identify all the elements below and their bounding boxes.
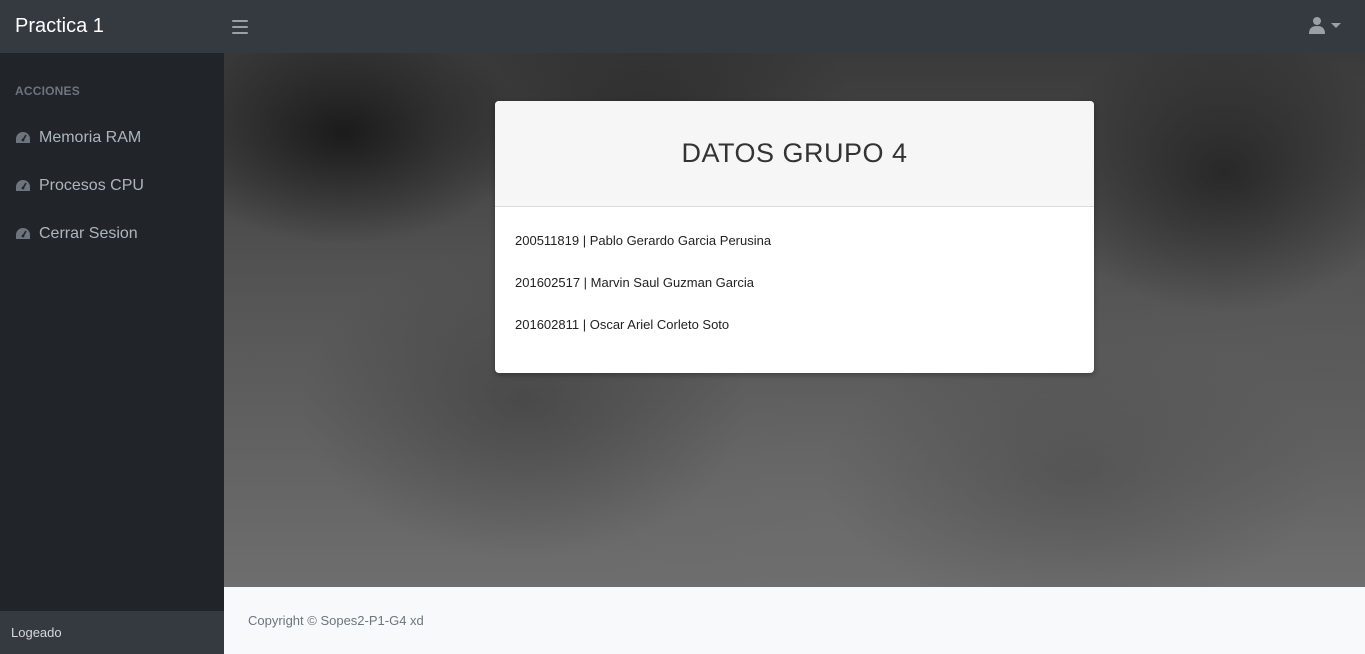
user-dropdown-button[interactable]: [1309, 16, 1341, 34]
member-row: 201602811 | Oscar Ariel Corleto Soto: [515, 317, 730, 332]
sidebar-item-label: Memoria RAM: [39, 129, 142, 146]
brand-title[interactable]: Practica 1: [0, 0, 224, 53]
sidebar-item-procesos-cpu[interactable]: Procesos CPU: [0, 162, 224, 210]
member-row: 200511819 | Pablo Gerardo Garcia Perusin…: [515, 233, 772, 248]
sidebar-nav: Memoria RAM Procesos CPU Cerrar Sesion: [0, 114, 224, 258]
member-row: 201602517 | Marvin Saul Guzman Garcia: [515, 275, 754, 290]
dashboard-icon: [16, 180, 30, 191]
page-footer: Copyright © Sopes2-P1-G4 xd: [224, 587, 1365, 654]
main-content: DATOS GRUPO 4 200511819 | Pablo Gerardo …: [224, 53, 1365, 587]
sidebar-item-cerrar-sesion[interactable]: Cerrar Sesion: [0, 210, 224, 258]
card-title: DATOS GRUPO 4: [495, 101, 1094, 207]
dashboard-icon: [16, 228, 30, 239]
dashboard-icon: [16, 132, 30, 143]
user-icon: [1309, 17, 1325, 34]
sidebar-item-label: Procesos CPU: [39, 177, 144, 194]
top-navbar: Practica 1: [0, 0, 1365, 53]
copyright-text: Copyright © Sopes2-P1-G4 xd: [248, 613, 424, 628]
card-body: 200511819 | Pablo Gerardo Garcia Perusin…: [495, 207, 1094, 373]
sidebar-footer-status: Logeado: [0, 611, 224, 654]
sidebar-item-memoria-ram[interactable]: Memoria RAM: [0, 114, 224, 162]
group-info-card: DATOS GRUPO 4 200511819 | Pablo Gerardo …: [495, 101, 1094, 373]
hamburger-menu-icon[interactable]: [232, 19, 248, 34]
sidebar: ACCIONES Memoria RAM Procesos CPU Cerrar…: [0, 53, 224, 654]
sidebar-heading: ACCIONES: [15, 84, 80, 98]
sidebar-item-label: Cerrar Sesion: [39, 225, 138, 242]
chevron-down-icon: [1331, 22, 1341, 28]
